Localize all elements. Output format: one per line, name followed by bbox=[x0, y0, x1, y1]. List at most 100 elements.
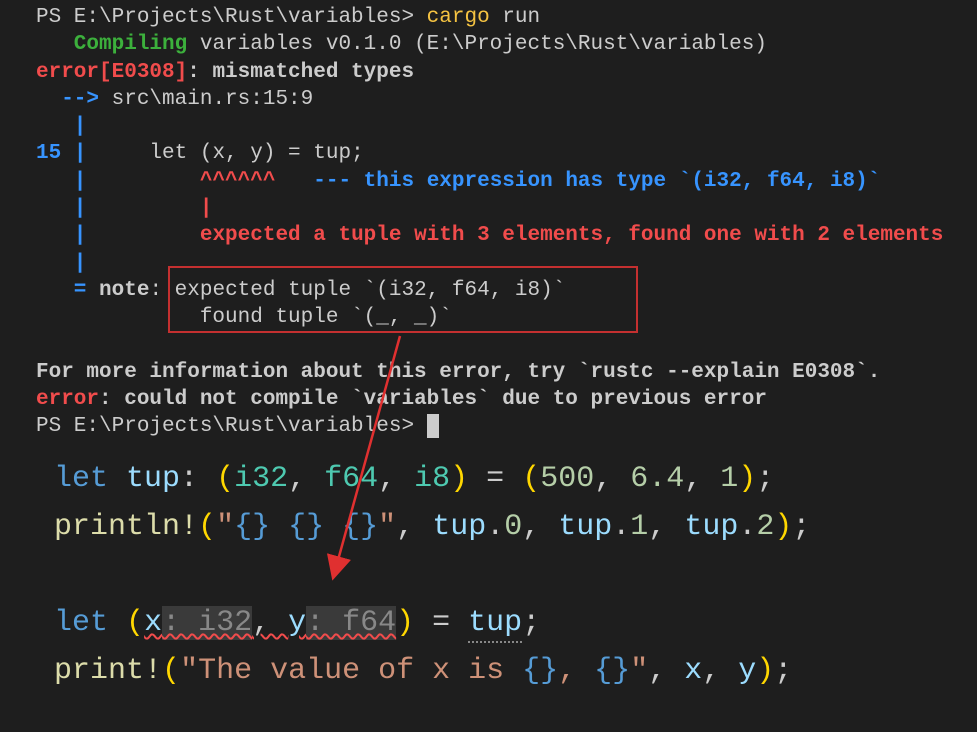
paren-close: ) bbox=[738, 462, 756, 496]
var-tup: tup bbox=[468, 606, 522, 643]
prompt: PS E:\Projects\Rust\variables> bbox=[36, 415, 427, 438]
gutter-pipe: | bbox=[36, 252, 86, 275]
paren-open: ( bbox=[216, 462, 234, 496]
semicolon: ; bbox=[774, 654, 792, 688]
error-label: error bbox=[36, 388, 99, 411]
keyword-let: let bbox=[54, 462, 108, 496]
location: src\main.rs:15:9 bbox=[112, 88, 314, 111]
terminal-line: found tuple `(_, _)` bbox=[36, 304, 969, 331]
dot: . bbox=[486, 510, 504, 544]
string-text: The value of x is bbox=[198, 654, 522, 688]
var-x: x bbox=[684, 654, 702, 688]
hint-dash: --- bbox=[275, 170, 351, 193]
index: 2 bbox=[756, 510, 774, 544]
number: 1 bbox=[720, 462, 738, 496]
prompt: PS E:\Projects\Rust\variables> bbox=[36, 6, 427, 29]
semicolon: ; bbox=[522, 606, 540, 640]
terminal-line: | expected a tuple with 3 elements, foun… bbox=[36, 222, 969, 249]
inlay-hint-y: : f64 bbox=[306, 606, 396, 640]
index: 1 bbox=[630, 510, 648, 544]
type-i32: i32 bbox=[234, 462, 288, 496]
space bbox=[108, 606, 126, 640]
format-brace: {} bbox=[342, 510, 378, 544]
paren-close: ) bbox=[396, 606, 414, 640]
colon: : bbox=[180, 462, 216, 496]
error-code: error[E0308] bbox=[36, 61, 187, 84]
terminal-line: 15 | let (x, y) = tup; bbox=[36, 140, 969, 167]
comma: , bbox=[396, 510, 432, 544]
cursor-icon bbox=[427, 414, 439, 438]
terminal-line: PS E:\Projects\Rust\variables> bbox=[36, 413, 969, 440]
comma: , bbox=[594, 462, 630, 496]
colon: : bbox=[149, 279, 174, 302]
format-brace: {} bbox=[594, 654, 630, 688]
paren-close: ) bbox=[450, 462, 468, 496]
number: 6.4 bbox=[630, 462, 684, 496]
code-line: println!("{} {} {}", tup.0, tup.1, tup.2… bbox=[36, 503, 969, 551]
comma: , bbox=[702, 654, 738, 688]
comma: , bbox=[252, 606, 288, 640]
paren-open: ( bbox=[126, 606, 144, 640]
macro-print: print! bbox=[54, 654, 162, 688]
line-number: 15 bbox=[36, 142, 74, 165]
code-line: let tup: (i32, f64, i8) = (500, 6.4, 1); bbox=[36, 455, 969, 503]
macro-println: println! bbox=[54, 510, 198, 544]
cargo-cmd: cargo bbox=[427, 6, 490, 29]
error-message: : mismatched types bbox=[187, 61, 414, 84]
terminal-line: | ^^^^^^ --- this expression has type `(… bbox=[36, 168, 969, 195]
more-info: For more information about this error, t… bbox=[36, 361, 880, 384]
format-brace: {} bbox=[522, 654, 558, 688]
terminal-line: Compiling variables v0.1.0 (E:\Projects\… bbox=[36, 31, 969, 58]
string-quote: " bbox=[180, 654, 198, 688]
paren-open: ( bbox=[162, 654, 180, 688]
terminal-output[interactable]: PS E:\Projects\Rust\variables> cargo run… bbox=[0, 0, 977, 445]
var-x: x bbox=[144, 606, 162, 640]
terminal-line: error: could not compile `variables` due… bbox=[36, 386, 969, 413]
comma: , bbox=[648, 654, 684, 688]
gutter-pipe: | bbox=[36, 115, 86, 138]
error-caret: ^^^^^^ bbox=[86, 170, 275, 193]
location-arrow: --> bbox=[36, 88, 112, 111]
gutter-pipe: | bbox=[36, 170, 86, 193]
var-y: y bbox=[738, 654, 756, 688]
gutter-pipe: | bbox=[36, 197, 86, 220]
terminal-line: For more information about this error, t… bbox=[36, 359, 969, 386]
semicolon: ; bbox=[756, 462, 774, 496]
type-hint: this expression has type `(i32, f64, i8)… bbox=[351, 170, 880, 193]
found-tuple: found tuple `(_, _)` bbox=[36, 306, 452, 329]
var-tup: tup bbox=[432, 510, 486, 544]
var-tup: tup bbox=[558, 510, 612, 544]
var-tup: tup bbox=[684, 510, 738, 544]
note-label: note bbox=[99, 279, 149, 302]
blank-line bbox=[36, 551, 969, 599]
terminal-line: | | bbox=[36, 195, 969, 222]
string-quote: " bbox=[630, 654, 648, 688]
source-code: let (x, y) = tup; bbox=[86, 142, 363, 165]
equals: = bbox=[414, 606, 468, 640]
paren-open: ( bbox=[198, 510, 216, 544]
note-eq: = bbox=[36, 279, 99, 302]
code-editor[interactable]: let tup: (i32, f64, i8) = (500, 6.4, 1);… bbox=[0, 445, 977, 705]
terminal-line: = note: expected tuple `(i32, f64, i8)` bbox=[36, 277, 969, 304]
comma: , bbox=[288, 462, 324, 496]
inlay-hint-x: : i32 bbox=[162, 606, 252, 640]
terminal-line bbox=[36, 332, 969, 359]
gutter-pipe: | bbox=[36, 224, 86, 247]
keyword-let: let bbox=[54, 606, 108, 640]
string-quote: " bbox=[378, 510, 396, 544]
compiling-label: Compiling bbox=[36, 33, 187, 56]
string-comma: , bbox=[558, 654, 594, 688]
run-arg: run bbox=[490, 6, 540, 29]
format-brace: {} bbox=[288, 510, 324, 544]
string-quote: " bbox=[216, 510, 234, 544]
code-line: let (x: i32, y: f64) = tup; bbox=[36, 599, 969, 647]
paren-close: ) bbox=[774, 510, 792, 544]
terminal-line: PS E:\Projects\Rust\variables> cargo run bbox=[36, 4, 969, 31]
var-y: y bbox=[288, 606, 306, 640]
type-f64: f64 bbox=[324, 462, 378, 496]
format-brace: {} bbox=[234, 510, 270, 544]
terminal-line: error[E0308]: mismatched types bbox=[36, 59, 969, 86]
var-tup: tup bbox=[108, 462, 180, 496]
comma: , bbox=[522, 510, 558, 544]
code-line: print!("The value of x is {}, {}", x, y)… bbox=[36, 647, 969, 695]
